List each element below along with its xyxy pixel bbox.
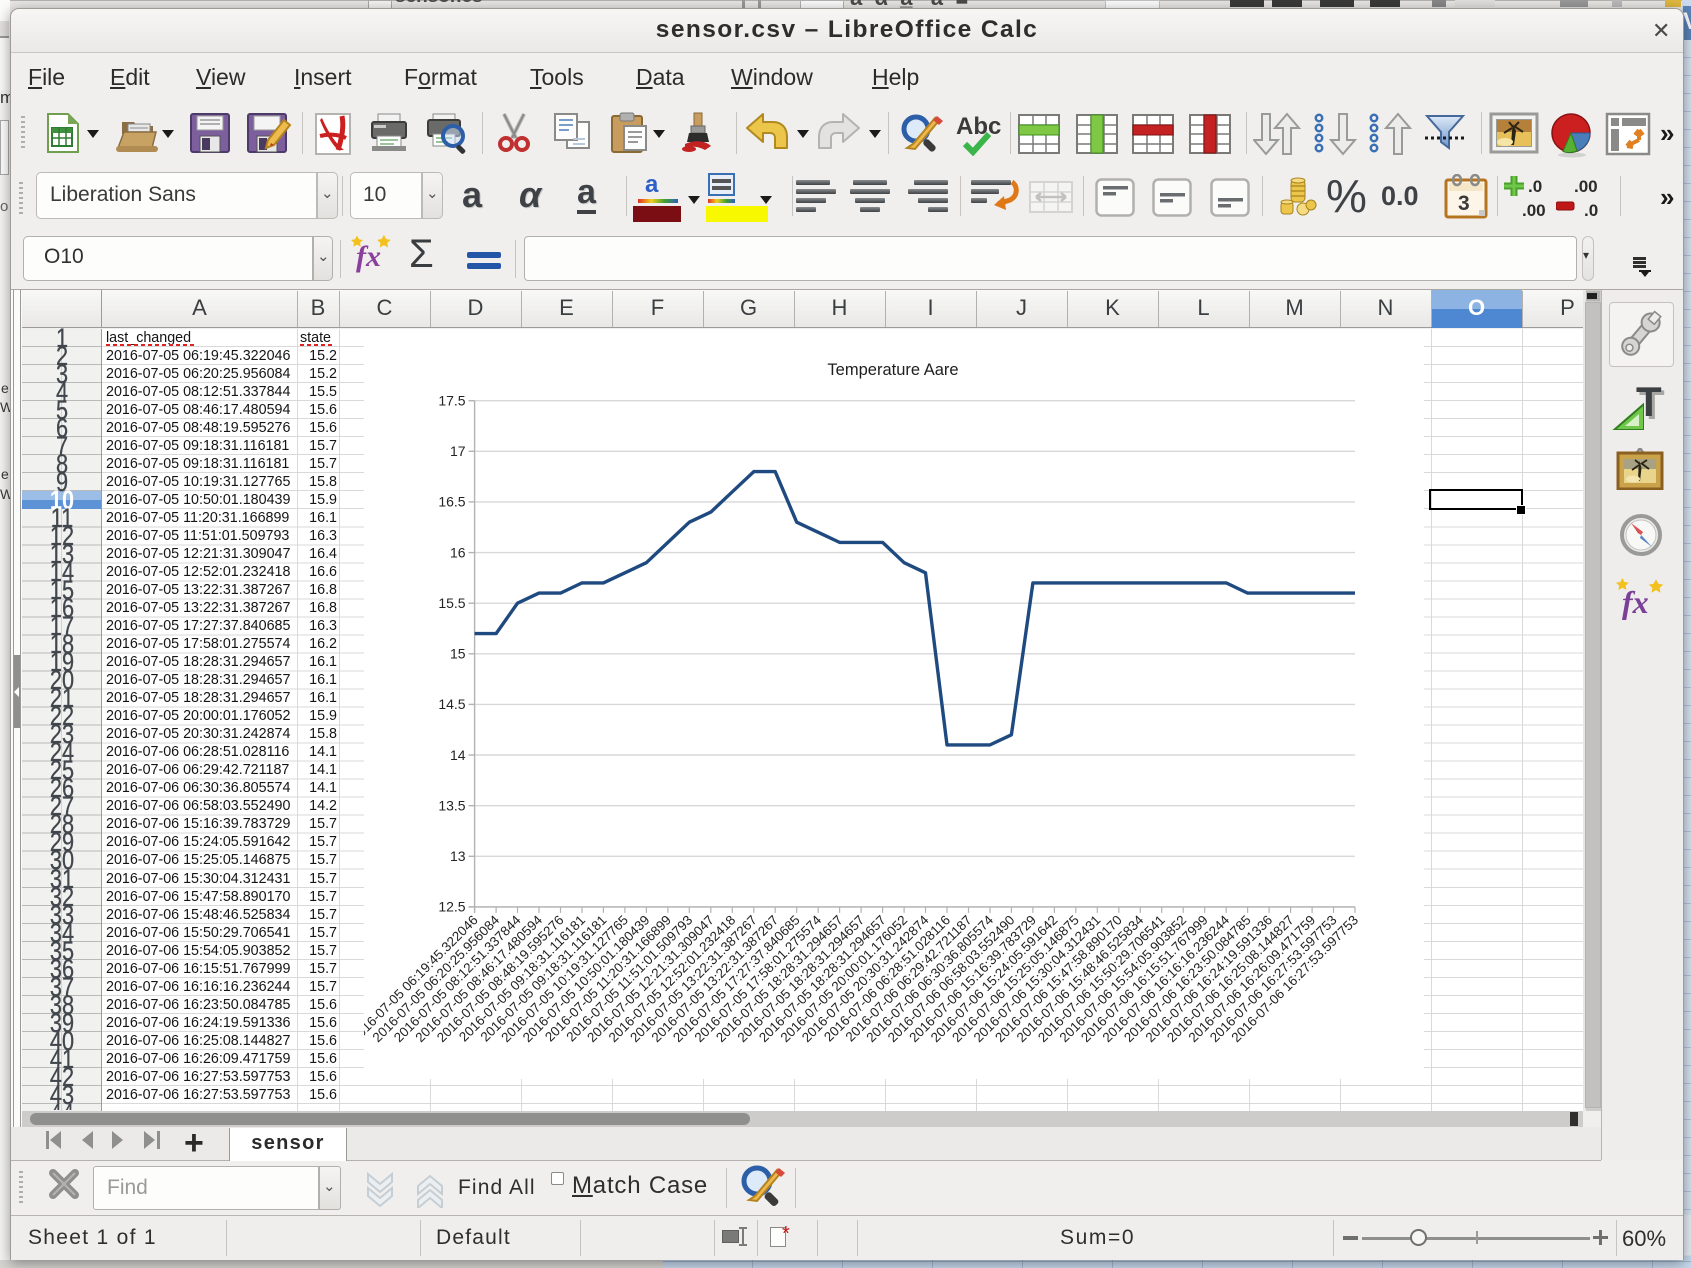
svg-text:14: 14 [450, 746, 466, 762]
svg-text:16: 16 [450, 544, 466, 560]
svg-text:14.5: 14.5 [438, 696, 465, 712]
svg-text:12.5: 12.5 [438, 898, 465, 914]
svg-text:.0: .0 [1528, 177, 1542, 196]
svg-text:.0: .0 [1584, 201, 1598, 220]
svg-text:13: 13 [450, 848, 466, 864]
svg-text:17: 17 [450, 443, 466, 459]
svg-text:.00: .00 [1574, 177, 1598, 196]
svg-text:Abc: Abc [956, 113, 1001, 140]
svg-text:3: 3 [1458, 192, 1470, 215]
svg-text:17.5: 17.5 [438, 392, 465, 408]
svg-text:15.5: 15.5 [438, 595, 465, 611]
svg-text:16.5: 16.5 [438, 493, 465, 509]
svg-text:15: 15 [450, 645, 466, 661]
svg-text:13.5: 13.5 [438, 797, 465, 813]
svg-text:.00: .00 [1522, 201, 1546, 220]
svg-text:Temperature Aare: Temperature Aare [827, 361, 958, 379]
